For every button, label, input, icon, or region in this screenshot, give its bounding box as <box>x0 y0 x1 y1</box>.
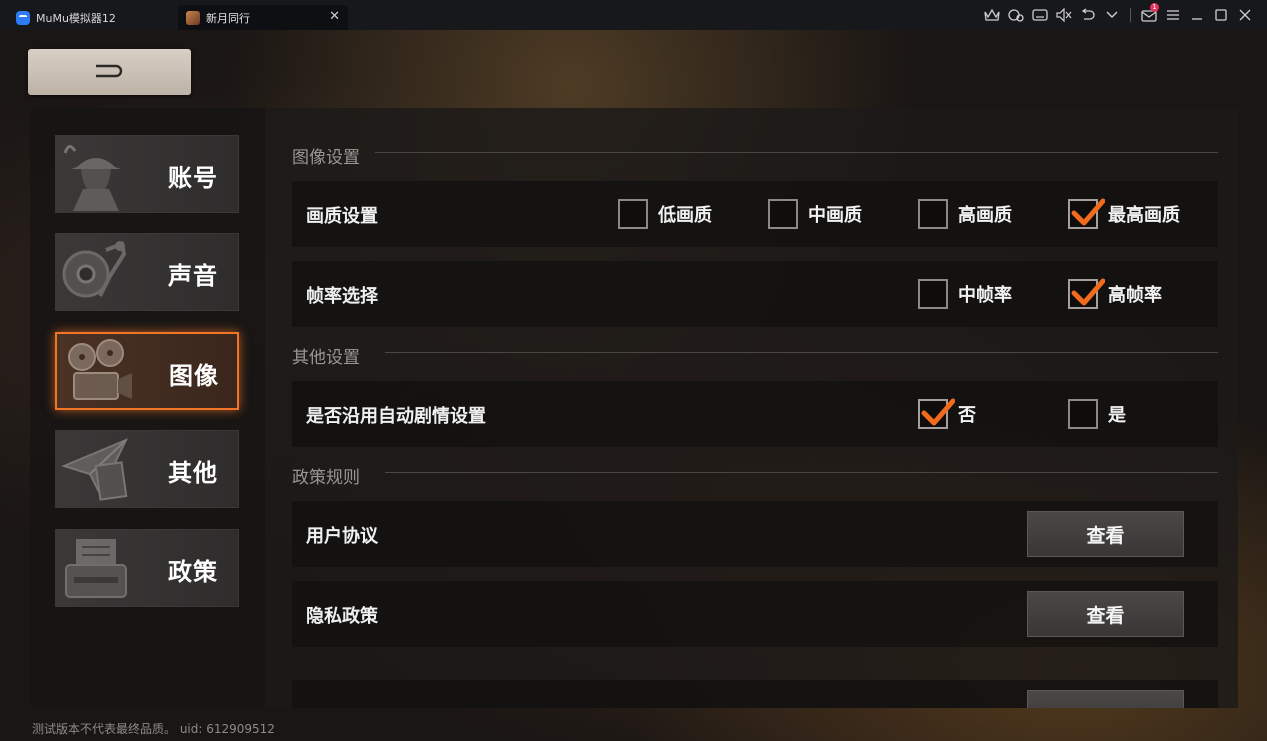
nav-label-sound: 声音 <box>168 262 218 290</box>
row-label-quality: 画质设置 <box>306 206 378 227</box>
maximize-icon[interactable] <box>1209 3 1233 27</box>
mail-badge: 1 <box>1150 3 1159 12</box>
option-label: 中画质 <box>808 205 862 226</box>
build-notice: 测试版本不代表最终品质。 uid: 612909512 <box>32 722 275 736</box>
row-label-user-agreement: 用户协议 <box>306 526 378 547</box>
nav-label-image: 图像 <box>169 362 219 390</box>
row-privacy: 隐私政策 查看 <box>292 581 1218 647</box>
row-label-framerate: 帧率选择 <box>306 286 378 307</box>
checkbox[interactable] <box>918 279 948 309</box>
option-medium-framerate[interactable]: 中帧率 <box>918 277 1012 311</box>
section-divider <box>385 472 1218 473</box>
tab-game-label: 新月同行 <box>206 11 250 25</box>
section-divider <box>375 152 1218 153</box>
option-yes[interactable]: 是 <box>1068 397 1126 431</box>
nav-item-sound[interactable]: 声音 <box>55 233 239 311</box>
row-user-agreement: 用户协议 查看 <box>292 501 1218 567</box>
toolbar-divider <box>1130 8 1131 22</box>
checkbox[interactable] <box>1068 399 1098 429</box>
section-title-image: 图像设置 <box>292 148 360 168</box>
gamepad-icon[interactable] <box>1004 3 1028 27</box>
checkmark-icon <box>1071 278 1105 306</box>
tab-mumu[interactable]: MuMu模拟器12 <box>10 5 170 30</box>
tab-game[interactable]: 新月同行 ✕ <box>178 5 348 30</box>
game-viewport: 账号 声音 图像 其他 政策 图像设置 画质设置 低画质 中画质 高画质 最高画… <box>0 30 1267 741</box>
view-privacy-button[interactable]: 查看 <box>1027 591 1184 637</box>
title-bar: MuMu模拟器12 新月同行 ✕ 1 <box>0 0 1267 30</box>
undo-icon[interactable] <box>1076 3 1100 27</box>
option-no[interactable]: 否 <box>918 397 976 431</box>
back-button[interactable] <box>28 49 191 95</box>
nav-label-account: 账号 <box>168 164 218 192</box>
crown-icon[interactable] <box>980 3 1004 27</box>
close-window-icon[interactable] <box>1233 3 1257 27</box>
option-label: 是 <box>1108 405 1126 426</box>
nav-item-image[interactable]: 图像 <box>55 332 239 410</box>
option-label: 高画质 <box>958 205 1012 226</box>
window-toolbar: 1 <box>980 0 1257 30</box>
option-label: 中帧率 <box>958 285 1012 306</box>
option-label: 最高画质 <box>1108 205 1180 226</box>
option-high-quality[interactable]: 高画质 <box>918 197 1012 231</box>
film-projector-icon <box>57 334 137 410</box>
option-label: 低画质 <box>658 205 712 226</box>
checkbox-checked[interactable] <box>918 398 955 429</box>
option-highest-quality[interactable]: 最高画质 <box>1068 197 1180 231</box>
row-auto-story: 是否沿用自动剧情设置 否 是 <box>292 381 1218 447</box>
row-label-privacy: 隐私政策 <box>306 606 378 627</box>
option-label: 高帧率 <box>1108 285 1162 306</box>
view-button-partial[interactable] <box>1027 690 1184 708</box>
return-arrow-icon <box>96 64 123 78</box>
nav-label-policy: 政策 <box>168 558 218 586</box>
checkbox-checked[interactable] <box>1068 278 1105 309</box>
section-divider <box>385 352 1218 353</box>
keyboard-icon[interactable] <box>1028 3 1052 27</box>
view-user-agreement-button[interactable]: 查看 <box>1027 511 1184 557</box>
scroll-clip <box>292 680 1218 708</box>
game-logo-icon <box>186 10 200 25</box>
detective-icon <box>56 136 136 212</box>
minimize-icon[interactable] <box>1185 3 1209 27</box>
row-label-auto-story: 是否沿用自动剧情设置 <box>306 406 486 427</box>
checkbox-checked[interactable] <box>1068 198 1105 229</box>
close-tab-icon[interactable]: ✕ <box>329 9 340 24</box>
checkbox[interactable] <box>768 199 798 229</box>
checkbox[interactable] <box>918 199 948 229</box>
chevron-down-icon[interactable] <box>1100 3 1124 27</box>
nav-item-policy[interactable]: 政策 <box>55 529 239 607</box>
option-medium-quality[interactable]: 中画质 <box>768 197 862 231</box>
paper-plane-icon <box>56 431 136 507</box>
row-quality: 画质设置 低画质 中画质 高画质 最高画质 <box>292 181 1218 247</box>
mumu-logo-icon <box>16 10 30 25</box>
menu-icon[interactable] <box>1161 3 1185 27</box>
nav-item-account[interactable]: 账号 <box>55 135 239 213</box>
typewriter-icon <box>56 530 136 606</box>
option-high-framerate[interactable]: 高帧率 <box>1068 277 1162 311</box>
nav-label-other: 其他 <box>168 459 218 487</box>
mail-icon[interactable]: 1 <box>1137 3 1161 27</box>
checkmark-icon <box>921 398 955 426</box>
checkbox[interactable] <box>618 199 648 229</box>
mute-icon[interactable] <box>1052 3 1076 27</box>
checkmark-icon <box>1071 198 1105 226</box>
section-title-other: 其他设置 <box>292 348 360 368</box>
row-clipped <box>292 680 1218 708</box>
option-low-quality[interactable]: 低画质 <box>618 197 712 231</box>
row-framerate: 帧率选择 中帧率 高帧率 <box>292 261 1218 327</box>
nav-item-other[interactable]: 其他 <box>55 430 239 508</box>
tab-mumu-label: MuMu模拟器12 <box>36 11 116 25</box>
record-player-icon <box>56 234 136 310</box>
section-title-policy: 政策规则 <box>292 468 360 488</box>
option-label: 否 <box>958 405 976 426</box>
